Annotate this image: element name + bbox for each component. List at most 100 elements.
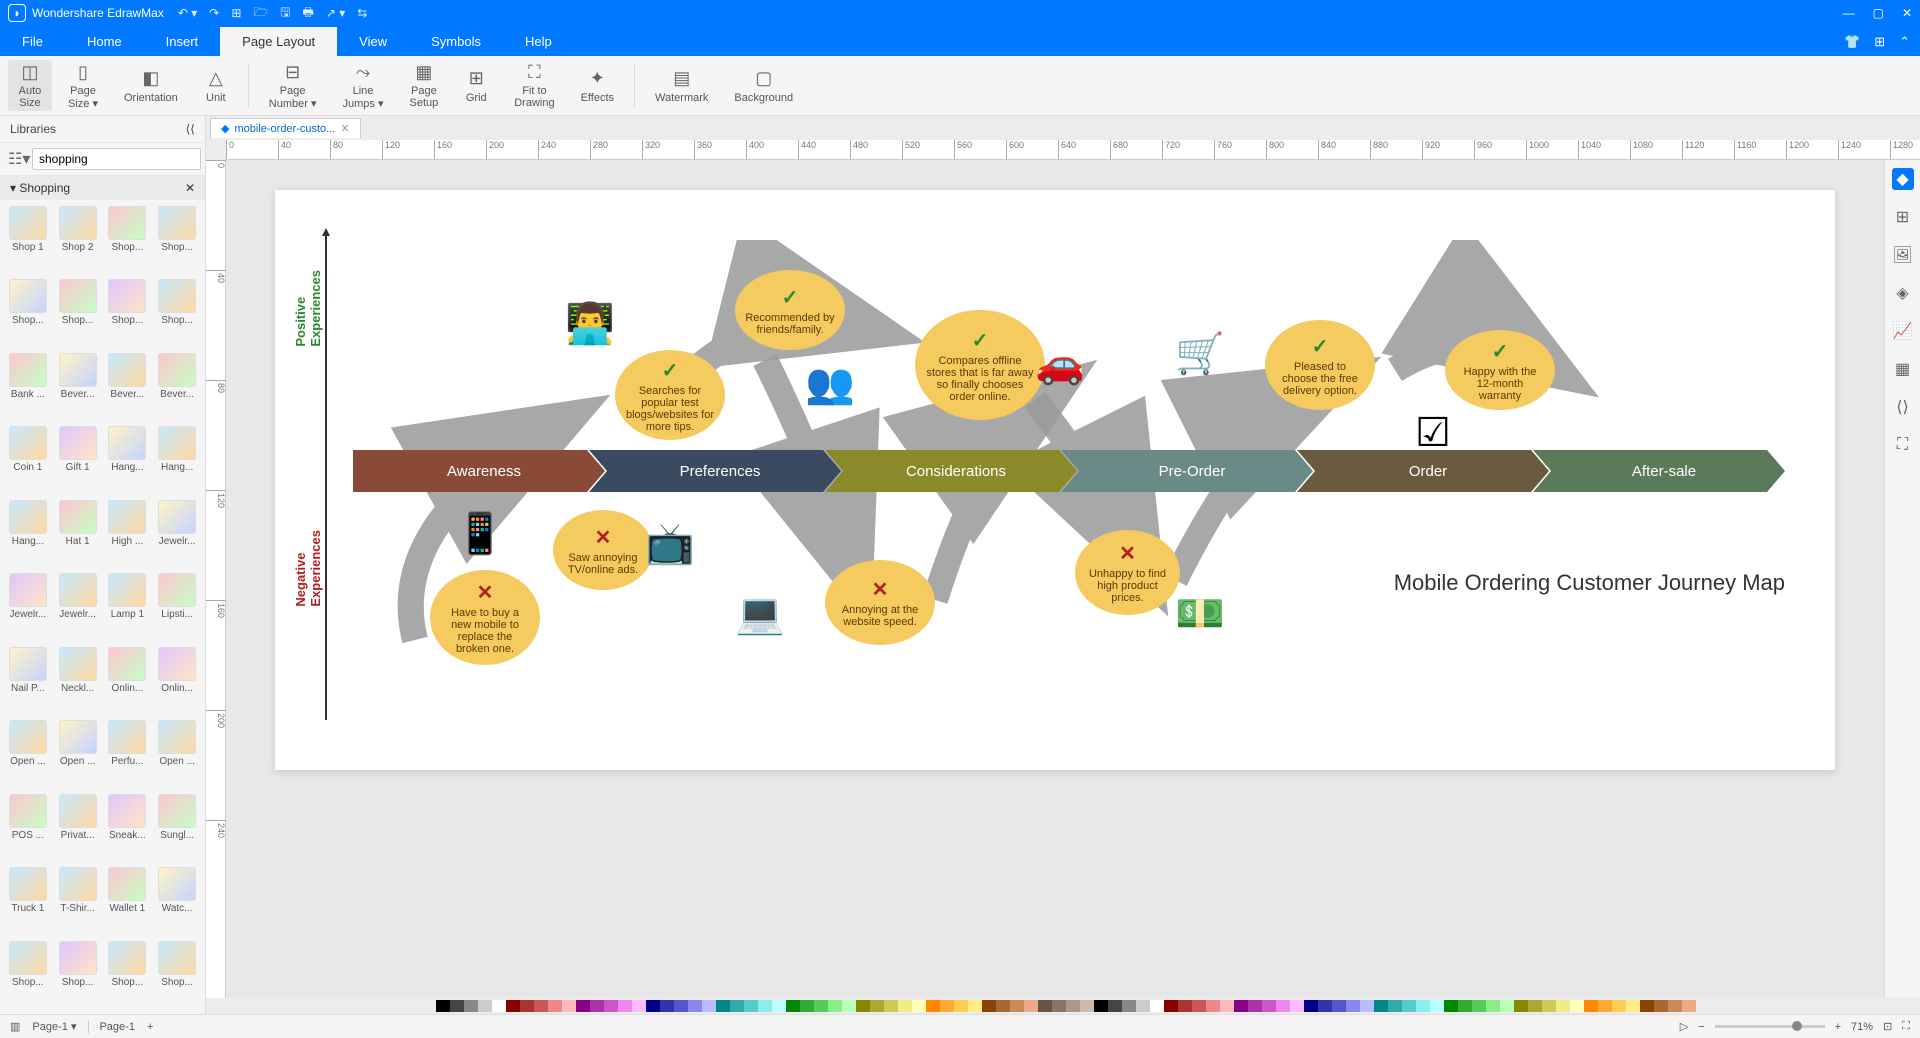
menu-help[interactable]: Help (503, 27, 574, 56)
color-swatch[interactable] (1430, 1000, 1444, 1012)
color-swatch[interactable] (534, 1000, 548, 1012)
shape-item[interactable]: Bank ... (4, 351, 52, 422)
sidebar-collapse-icon[interactable]: ⟨⟨ (186, 122, 195, 136)
color-swatch[interactable] (1024, 1000, 1038, 1012)
color-swatch[interactable] (1598, 1000, 1612, 1012)
zoom-out-icon[interactable]: − (1698, 1021, 1704, 1033)
color-swatch[interactable] (912, 1000, 926, 1012)
undo-icon[interactable]: ↶ ▾ (178, 6, 197, 20)
stage-after-sale[interactable]: After-sale (1533, 450, 1785, 492)
grid-icon[interactable]: ⊞ (1874, 34, 1885, 50)
document-tab[interactable]: ◆ mobile-order-custo... ✕ (210, 118, 361, 138)
ribbon-orientation[interactable]: ◧Orientation (114, 60, 188, 111)
color-swatch[interactable] (926, 1000, 940, 1012)
ribbon-page-number[interactable]: ⊟Page Number ▾ (259, 60, 327, 111)
drawing-page[interactable]: Positive Experiences Negative Experience… (275, 190, 1835, 770)
color-swatch[interactable] (1220, 1000, 1234, 1012)
ribbon-page-size[interactable]: ▯Page Size ▾ (58, 60, 108, 111)
menu-view[interactable]: View (337, 27, 409, 56)
color-swatch[interactable] (842, 1000, 856, 1012)
shape-item[interactable]: High ... (104, 498, 152, 569)
fit-page-icon[interactable]: ⊡ (1883, 1020, 1892, 1033)
menu-home[interactable]: Home (65, 27, 144, 56)
color-swatch[interactable] (1164, 1000, 1178, 1012)
shape-item[interactable]: Shop... (104, 277, 152, 348)
menu-page-layout[interactable]: Page Layout (220, 27, 337, 56)
color-swatch[interactable] (730, 1000, 744, 1012)
decor-icon[interactable]: 📱 (455, 510, 505, 557)
shape-item[interactable]: Open ... (4, 718, 52, 789)
canvas-viewport[interactable]: Positive Experiences Negative Experience… (226, 160, 1884, 998)
ribbon-background[interactable]: ▢Background (724, 60, 803, 111)
color-swatch[interactable] (1038, 1000, 1052, 1012)
color-swatch[interactable] (814, 1000, 828, 1012)
color-swatch[interactable] (1248, 1000, 1262, 1012)
tab-close-icon[interactable]: ✕ (340, 122, 349, 135)
color-swatch[interactable] (1262, 1000, 1276, 1012)
color-swatch[interactable] (660, 1000, 674, 1012)
positive-bubble[interactable]: ✓Searches for popular test blogs/website… (615, 350, 725, 440)
color-swatch[interactable] (1402, 1000, 1416, 1012)
color-swatch[interactable] (1682, 1000, 1696, 1012)
menu-insert[interactable]: Insert (144, 27, 221, 56)
shape-item[interactable]: Hat 1 (54, 498, 102, 569)
positive-bubble[interactable]: ✓Pleased to choose the free delivery opt… (1265, 320, 1375, 410)
color-swatch[interactable] (870, 1000, 884, 1012)
color-swatch[interactable] (674, 1000, 688, 1012)
shape-item[interactable]: Sneak... (104, 792, 152, 863)
shape-item[interactable]: Shop... (104, 204, 152, 275)
color-swatch[interactable] (954, 1000, 968, 1012)
minimize-icon[interactable]: — (1843, 6, 1855, 20)
fullscreen-icon[interactable]: ⛶ (1902, 1020, 1910, 1033)
shape-item[interactable]: Shop... (54, 277, 102, 348)
negative-bubble[interactable]: ✕Annoying at the website speed. (825, 560, 935, 645)
color-swatch[interactable] (576, 1000, 590, 1012)
shape-item[interactable]: Bever... (54, 351, 102, 422)
shape-item[interactable]: Jewelr... (4, 571, 52, 642)
shape-item[interactable]: Shop 2 (54, 204, 102, 275)
shape-item[interactable]: T-Shir... (54, 865, 102, 936)
shape-item[interactable]: Lipsti... (153, 571, 201, 642)
negative-bubble[interactable]: ✕Saw annoying TV/online ads. (553, 510, 653, 590)
ribbon-unit[interactable]: △Unit (194, 60, 238, 111)
rail-layers-icon[interactable]: ◈ (1892, 282, 1914, 304)
decor-icon[interactable]: 🛒 (1175, 330, 1225, 377)
menu-symbols[interactable]: Symbols (409, 27, 503, 56)
shape-item[interactable]: Hang... (153, 424, 201, 495)
shape-item[interactable]: Jewelr... (54, 571, 102, 642)
shape-item[interactable]: Shop... (153, 939, 201, 1010)
shape-item[interactable]: Bever... (104, 351, 152, 422)
color-swatch[interactable] (1528, 1000, 1542, 1012)
save-icon[interactable]: 🖫 (280, 3, 290, 24)
color-swatch[interactable] (1416, 1000, 1430, 1012)
color-swatch[interactable] (772, 1000, 786, 1012)
color-swatch[interactable] (1192, 1000, 1206, 1012)
positive-bubble[interactable]: ✓Happy with the 12-month warranty (1445, 330, 1555, 410)
decor-icon[interactable]: 👨‍💻 (565, 300, 615, 347)
shape-item[interactable]: Open ... (153, 718, 201, 789)
decor-icon[interactable]: 💵 (1175, 590, 1225, 637)
decor-icon[interactable]: 🚗 (1035, 340, 1085, 387)
color-swatch[interactable] (856, 1000, 870, 1012)
shape-item[interactable]: Gift 1 (54, 424, 102, 495)
ribbon-auto-size[interactable]: ◫Auto Size (8, 60, 52, 111)
color-swatch[interactable] (1206, 1000, 1220, 1012)
shape-item[interactable]: Onlin... (104, 645, 152, 716)
color-swatch[interactable] (1108, 1000, 1122, 1012)
shape-item[interactable]: Wallet 1 (104, 865, 152, 936)
decor-icon[interactable]: ☑ (1415, 410, 1451, 456)
rail-expand-icon[interactable]: ⛶ (1892, 434, 1914, 456)
shape-item[interactable]: Hang... (4, 498, 52, 569)
shape-item[interactable]: Nail P... (4, 645, 52, 716)
shape-item[interactable]: Onlin... (153, 645, 201, 716)
color-swatch[interactable] (548, 1000, 562, 1012)
zoom-slider[interactable] (1715, 1025, 1825, 1028)
presentation-icon[interactable]: ▷ (1680, 1020, 1688, 1033)
rail-code-icon[interactable]: ⟨⟩ (1892, 396, 1914, 418)
color-swatch[interactable] (1346, 1000, 1360, 1012)
color-swatch[interactable] (1080, 1000, 1094, 1012)
shape-item[interactable]: Lamp 1 (104, 571, 152, 642)
color-swatch[interactable] (1500, 1000, 1514, 1012)
color-swatch[interactable] (1234, 1000, 1248, 1012)
diagram-title[interactable]: Mobile Ordering Customer Journey Map (1394, 570, 1785, 596)
